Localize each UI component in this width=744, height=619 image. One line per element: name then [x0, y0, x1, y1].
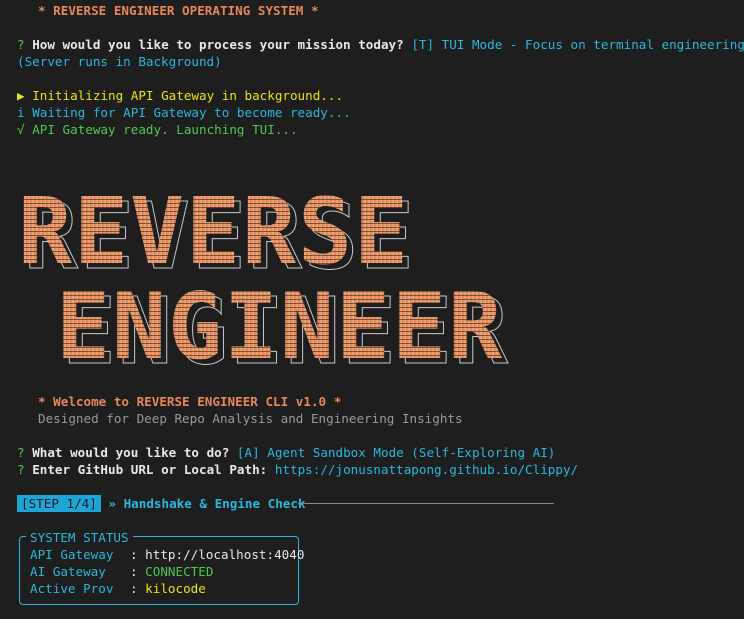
header-title: * REVERSE ENGINEER OPERATING SYSTEM * — [38, 3, 319, 18]
ascii-logo-banner: REVERSE REVERSE ENGINEER ENGINEER — [18, 178, 509, 368]
prompt-mark: ? — [17, 462, 25, 477]
logo-line1: REVERSE — [18, 178, 410, 285]
prompt-mark: ? — [17, 37, 25, 52]
step-badge: [STEP 1/4] — [17, 495, 101, 512]
status-value: http://localhost:4040 — [145, 547, 305, 562]
step-title: » Handshake & Engine Check — [108, 496, 306, 511]
mission-prompt: ? How would you like to process your mis… — [17, 36, 744, 53]
log-line-ready: √ API Gateway ready. Launching TUI... — [17, 121, 298, 138]
step-header: [STEP 1/4] » Handshake & Engine Check — [17, 495, 306, 512]
status-sep: : — [130, 564, 146, 579]
status-value: CONNECTED — [145, 564, 214, 579]
prompt-mark: ? — [17, 445, 25, 460]
status-sep: : — [130, 547, 146, 562]
status-key: AI Gateway — [30, 564, 106, 579]
status-sep: : — [130, 581, 146, 596]
mode-prompt: ? What would you like to do? [A] Agent S… — [17, 444, 555, 461]
info-icon: i — [17, 105, 25, 120]
status-value: kilocode — [145, 581, 206, 596]
log-text: API Gateway ready. Launching TUI... — [32, 122, 298, 137]
prompt-question: What would you like to do? — [32, 445, 230, 460]
status-row-api-gateway: API Gateway: http://localhost:4040 — [30, 546, 304, 563]
repo-url[interactable]: https://jonusnattapong.github.io/Clippy/ — [275, 462, 578, 477]
check-icon: √ — [17, 122, 25, 137]
prompt-answer: [T] TUI Mode - Focus on terminal enginee… — [411, 37, 744, 52]
welcome-subtitle: Designed for Deep Repo Analysis and Engi… — [38, 411, 463, 426]
status-key: API Gateway — [30, 547, 114, 562]
prompt-question: How would you like to process your missi… — [32, 37, 404, 52]
logo-line2: ENGINEER — [56, 273, 504, 368]
status-row-ai-gateway: AI Gateway: CONNECTED — [30, 563, 213, 580]
status-panel-title: SYSTEM STATUS — [26, 529, 133, 546]
prompt-question: Enter GitHub URL or Local Path: — [32, 462, 268, 477]
log-text: Waiting for API Gateway to become ready.… — [32, 105, 351, 120]
prompt-answer: [A] Agent Sandbox Mode (Self-Exploring A… — [236, 445, 556, 460]
status-row-active-prov: Active Prov: kilocode — [30, 580, 206, 597]
path-prompt: ? Enter GitHub URL or Local Path: https:… — [17, 461, 578, 478]
prompt-answer-continued: (Server runs in Background) — [17, 54, 222, 69]
log-line-init: ▶ Initializing API Gateway in background… — [17, 87, 343, 104]
status-key: Active Prov — [30, 581, 114, 596]
welcome-title: * Welcome to REVERSE ENGINEER CLI v1.0 * — [38, 394, 342, 409]
play-icon: ▶ — [17, 88, 25, 103]
log-text: Initializing API Gateway in background..… — [32, 88, 344, 103]
step-divider — [298, 503, 554, 504]
log-line-wait: i Waiting for API Gateway to become read… — [17, 104, 351, 121]
